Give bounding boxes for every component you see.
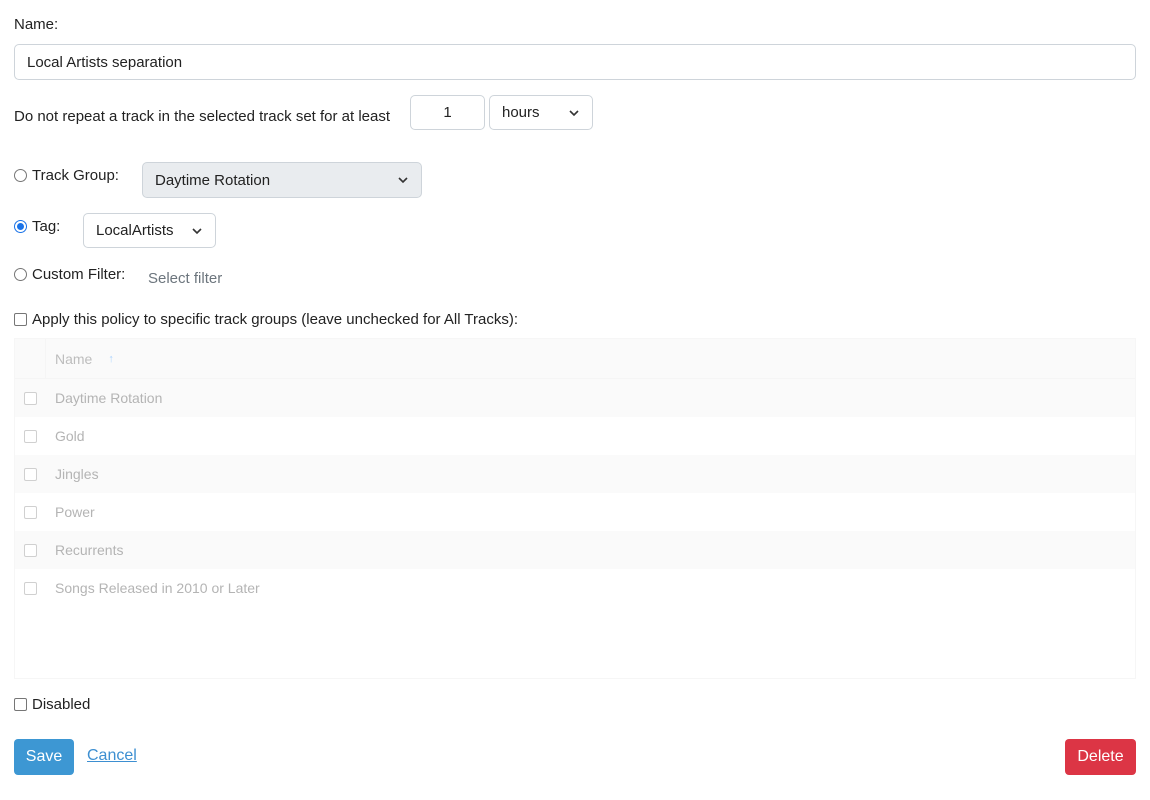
apply-specific-groups-checkbox[interactable]	[14, 313, 27, 326]
save-button[interactable]: Save	[14, 739, 74, 775]
track-group-radio[interactable]	[14, 169, 27, 182]
table-header: Name ↑	[15, 339, 1135, 379]
custom-filter-radio[interactable]	[14, 268, 27, 281]
tag-value: LocalArtists	[96, 222, 174, 239]
tag-label: Tag:	[32, 218, 61, 235]
row-checkbox[interactable]	[24, 467, 37, 481]
repeat-amount-input[interactable]	[410, 95, 485, 130]
track-group-option[interactable]: Track Group:	[14, 167, 119, 184]
apply-specific-groups-label: Apply this policy to specific track grou…	[32, 311, 519, 328]
tag-option[interactable]: Tag:	[14, 218, 60, 235]
name-input[interactable]	[14, 44, 1136, 80]
name-column-header[interactable]: Name ↑	[46, 351, 114, 367]
table-row[interactable]: Songs Released in 2010 or Later	[15, 569, 1135, 607]
row-name: Power	[55, 504, 95, 520]
row-name: Daytime Rotation	[55, 390, 163, 406]
table-body: Daytime Rotation Gold Jingles Power Recu…	[15, 379, 1135, 607]
table-row[interactable]: Recurrents	[15, 531, 1135, 569]
disabled-checkbox[interactable]	[14, 698, 27, 711]
header-check-cell	[15, 339, 46, 378]
repeat-label: Do not repeat a track in the selected tr…	[14, 108, 391, 125]
repeat-unit-select[interactable]: hours	[489, 95, 593, 130]
row-name: Jingles	[55, 466, 99, 482]
chevron-down-icon	[569, 109, 579, 116]
row-name: Songs Released in 2010 or Later	[55, 580, 260, 596]
track-group-label: Track Group:	[32, 167, 119, 184]
table-row[interactable]: Gold	[15, 417, 1135, 455]
table-row[interactable]: Power	[15, 493, 1135, 531]
apply-specific-groups-option[interactable]: Apply this policy to specific track grou…	[14, 311, 518, 328]
chevron-down-icon	[398, 177, 408, 184]
custom-filter-label: Custom Filter:	[32, 266, 126, 283]
name-label: Name:	[14, 16, 59, 33]
cancel-link[interactable]: Cancel	[87, 747, 137, 765]
custom-filter-option[interactable]: Custom Filter:	[14, 266, 125, 283]
row-checkbox[interactable]	[24, 505, 37, 519]
chevron-down-icon	[192, 227, 202, 234]
repeat-unit-value: hours	[502, 104, 540, 121]
track-group-select[interactable]: Daytime Rotation	[142, 162, 422, 198]
tag-radio[interactable]	[14, 220, 27, 233]
disabled-label: Disabled	[32, 696, 91, 713]
track-groups-table: Name ↑ Daytime Rotation Gold Jingles Pow…	[14, 338, 1136, 679]
track-group-value: Daytime Rotation	[155, 171, 271, 189]
custom-filter-select[interactable]: Select filter	[148, 270, 222, 287]
table-row[interactable]: Daytime Rotation	[15, 379, 1135, 417]
row-checkbox[interactable]	[24, 543, 37, 557]
table-row[interactable]: Jingles	[15, 455, 1135, 493]
row-checkbox[interactable]	[24, 581, 37, 595]
row-checkbox[interactable]	[24, 429, 37, 443]
disabled-option[interactable]: Disabled	[14, 696, 90, 713]
row-name: Recurrents	[55, 542, 124, 558]
row-name: Gold	[55, 428, 85, 444]
name-column-label: Name	[55, 350, 93, 367]
delete-button[interactable]: Delete	[1065, 739, 1136, 775]
tag-select[interactable]: LocalArtists	[83, 213, 216, 248]
sort-ascending-icon: ↑	[108, 352, 114, 365]
row-checkbox[interactable]	[24, 391, 37, 405]
